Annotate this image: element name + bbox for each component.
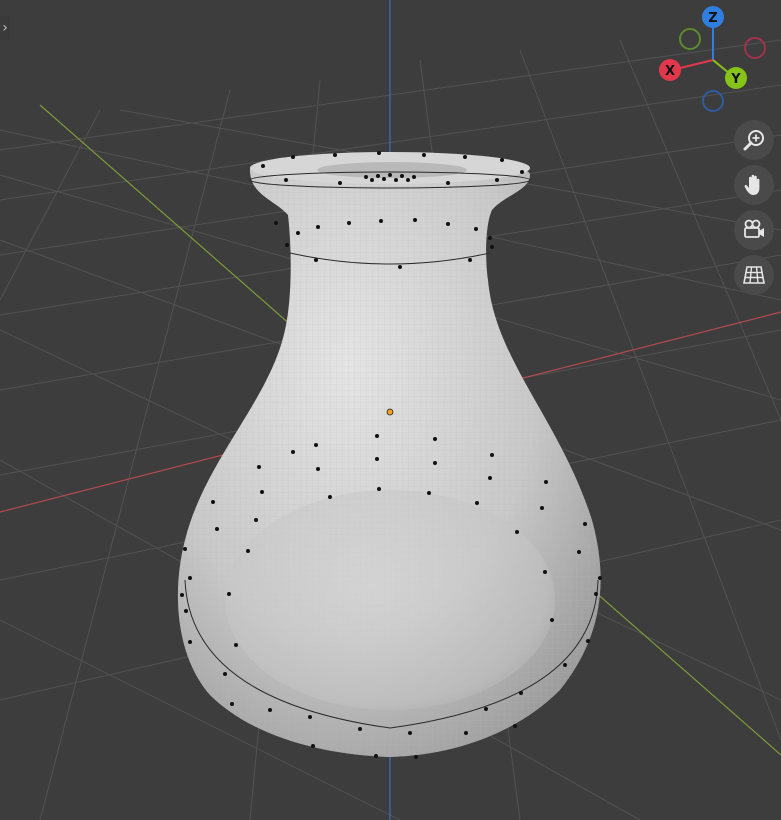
gizmo-x-label: X xyxy=(665,64,675,79)
zoom-icon xyxy=(743,130,764,151)
pan-button[interactable] xyxy=(734,165,774,205)
camera-view-button[interactable] xyxy=(734,210,774,250)
perspective-toggle-button[interactable] xyxy=(734,255,774,295)
gizmo-y-label: Y xyxy=(730,72,741,87)
sidebar-toggle-button[interactable]: › xyxy=(0,16,10,40)
gizmo-x-button[interactable]: X xyxy=(659,59,681,81)
3d-viewport[interactable]: Z X Y xyxy=(0,0,781,820)
gizmo-z-label: Z xyxy=(708,11,717,26)
camera-icon xyxy=(744,219,764,238)
grid-icon xyxy=(743,266,765,284)
gizmo-z-button[interactable]: Z xyxy=(702,6,724,28)
zoom-button[interactable] xyxy=(734,120,774,160)
object-origin xyxy=(386,408,394,416)
gizmo-y-button[interactable]: Y xyxy=(725,67,747,89)
chevron-right-icon: › xyxy=(2,20,8,36)
hand-icon xyxy=(744,174,760,195)
